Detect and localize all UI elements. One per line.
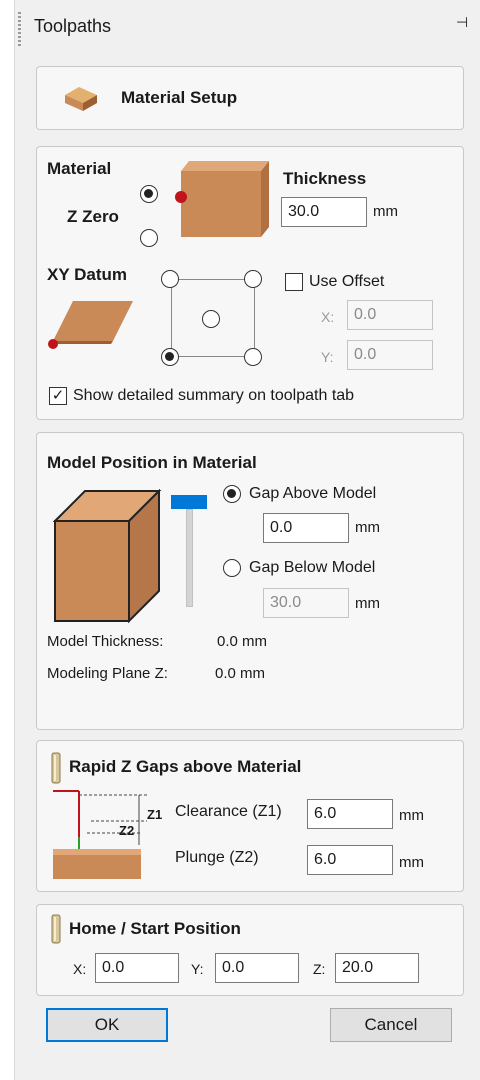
- model-position-slider-thumb[interactable]: [171, 495, 207, 509]
- clearance-unit: mm: [399, 807, 424, 824]
- offset-x-label: X:: [321, 309, 335, 325]
- thickness-input[interactable]: 30.0: [281, 197, 367, 227]
- plunge-unit: mm: [399, 854, 424, 871]
- show-summary-label: Show detailed summary on toolpath tab: [73, 387, 355, 404]
- pin-icon[interactable]: ⊣: [456, 14, 468, 31]
- tool-bit-icon: [51, 752, 61, 784]
- z2-tag: Z2: [119, 823, 135, 838]
- home-y-input[interactable]: 0.0: [215, 953, 299, 983]
- ok-button[interactable]: OK: [46, 1008, 168, 1042]
- cancel-button[interactable]: Cancel: [330, 1008, 452, 1042]
- model-thickness-label: Model Thickness:: [47, 633, 164, 650]
- datum-top-left-radio[interactable]: [161, 270, 179, 288]
- model-position-section: Model Position in Material Gap Above Mod…: [36, 432, 464, 730]
- plunge-label: Plunge (Z2): [175, 849, 259, 866]
- modeling-plane-value: 0.0 mm: [215, 665, 266, 682]
- model-block-icon: [53, 489, 162, 623]
- gap-below-unit: mm: [355, 595, 380, 612]
- z-zero-bottom-radio[interactable]: [140, 229, 158, 247]
- datum-bottom-left-radio[interactable]: [161, 348, 179, 366]
- offset-y-input[interactable]: 0.0: [347, 340, 433, 370]
- datum-top-right-radio[interactable]: [244, 270, 262, 288]
- gap-above-label: Gap Above Model: [249, 485, 377, 502]
- offset-y-label: Y:: [321, 349, 334, 365]
- xy-datum-label: XY Datum: [47, 265, 127, 284]
- left-edge-strip: [0, 0, 15, 1080]
- home-x-label: X:: [73, 961, 87, 977]
- model-position-heading: Model Position in Material: [47, 453, 257, 472]
- offset-x-input[interactable]: 0.0: [347, 300, 433, 330]
- gap-below-label: Gap Below Model: [249, 559, 376, 576]
- material-zzero-icon: [175, 161, 269, 237]
- gap-below-input[interactable]: 30.0: [263, 588, 349, 618]
- home-section: Home / Start Position X: 0.0 Y: 0.0 Z: 2…: [36, 904, 464, 996]
- rapid-z-heading: Rapid Z Gaps above Material: [69, 757, 302, 776]
- gap-below-radio[interactable]: [223, 559, 241, 577]
- use-offset-label: Use Offset: [309, 273, 385, 290]
- model-position-slider-track[interactable]: [186, 509, 193, 607]
- gap-above-unit: mm: [355, 519, 380, 536]
- xy-datum-icon: [48, 301, 133, 349]
- show-summary-checkbox[interactable]: ✓: [49, 387, 67, 405]
- material-setup-header[interactable]: Material Setup: [36, 66, 464, 130]
- home-y-label: Y:: [191, 961, 204, 977]
- home-z-input[interactable]: 20.0: [335, 953, 419, 983]
- material-heading: Material: [47, 159, 112, 178]
- panel-title: Toolpaths: [34, 16, 112, 36]
- z-zero-top-radio[interactable]: [140, 185, 158, 203]
- rapid-z-diagram: [53, 790, 147, 879]
- z-zero-label: Z Zero: [67, 207, 119, 226]
- thickness-label: Thickness: [283, 169, 367, 188]
- datum-bottom-right-radio[interactable]: [244, 348, 262, 366]
- use-offset-checkbox[interactable]: [285, 273, 303, 291]
- datum-center-radio[interactable]: [202, 310, 220, 328]
- home-x-input[interactable]: 0.0: [95, 953, 179, 983]
- home-heading: Home / Start Position: [69, 919, 241, 938]
- z1-tag: Z1: [147, 807, 163, 822]
- material-block-icon: [65, 87, 97, 111]
- home-z-label: Z:: [313, 961, 326, 977]
- material-section: Material Z Zero Thickness 30.0 mm XY Dat…: [36, 146, 464, 420]
- model-thickness-value: 0.0 mm: [217, 633, 268, 650]
- gap-above-input[interactable]: 0.0: [263, 513, 349, 543]
- panel-grip-handle[interactable]: [18, 12, 21, 46]
- tool-bit-icon-home: [51, 914, 61, 944]
- rapid-z-section: Rapid Z Gaps above Material Z1 Z2 Cleara…: [36, 740, 464, 892]
- material-setup-label: Material Setup: [121, 88, 238, 107]
- plunge-input[interactable]: 6.0: [307, 845, 393, 875]
- clearance-input[interactable]: 6.0: [307, 799, 393, 829]
- thickness-unit: mm: [373, 203, 398, 220]
- gap-above-radio[interactable]: [223, 485, 241, 503]
- modeling-plane-label: Modeling Plane Z:: [47, 665, 168, 682]
- clearance-label: Clearance (Z1): [175, 803, 282, 820]
